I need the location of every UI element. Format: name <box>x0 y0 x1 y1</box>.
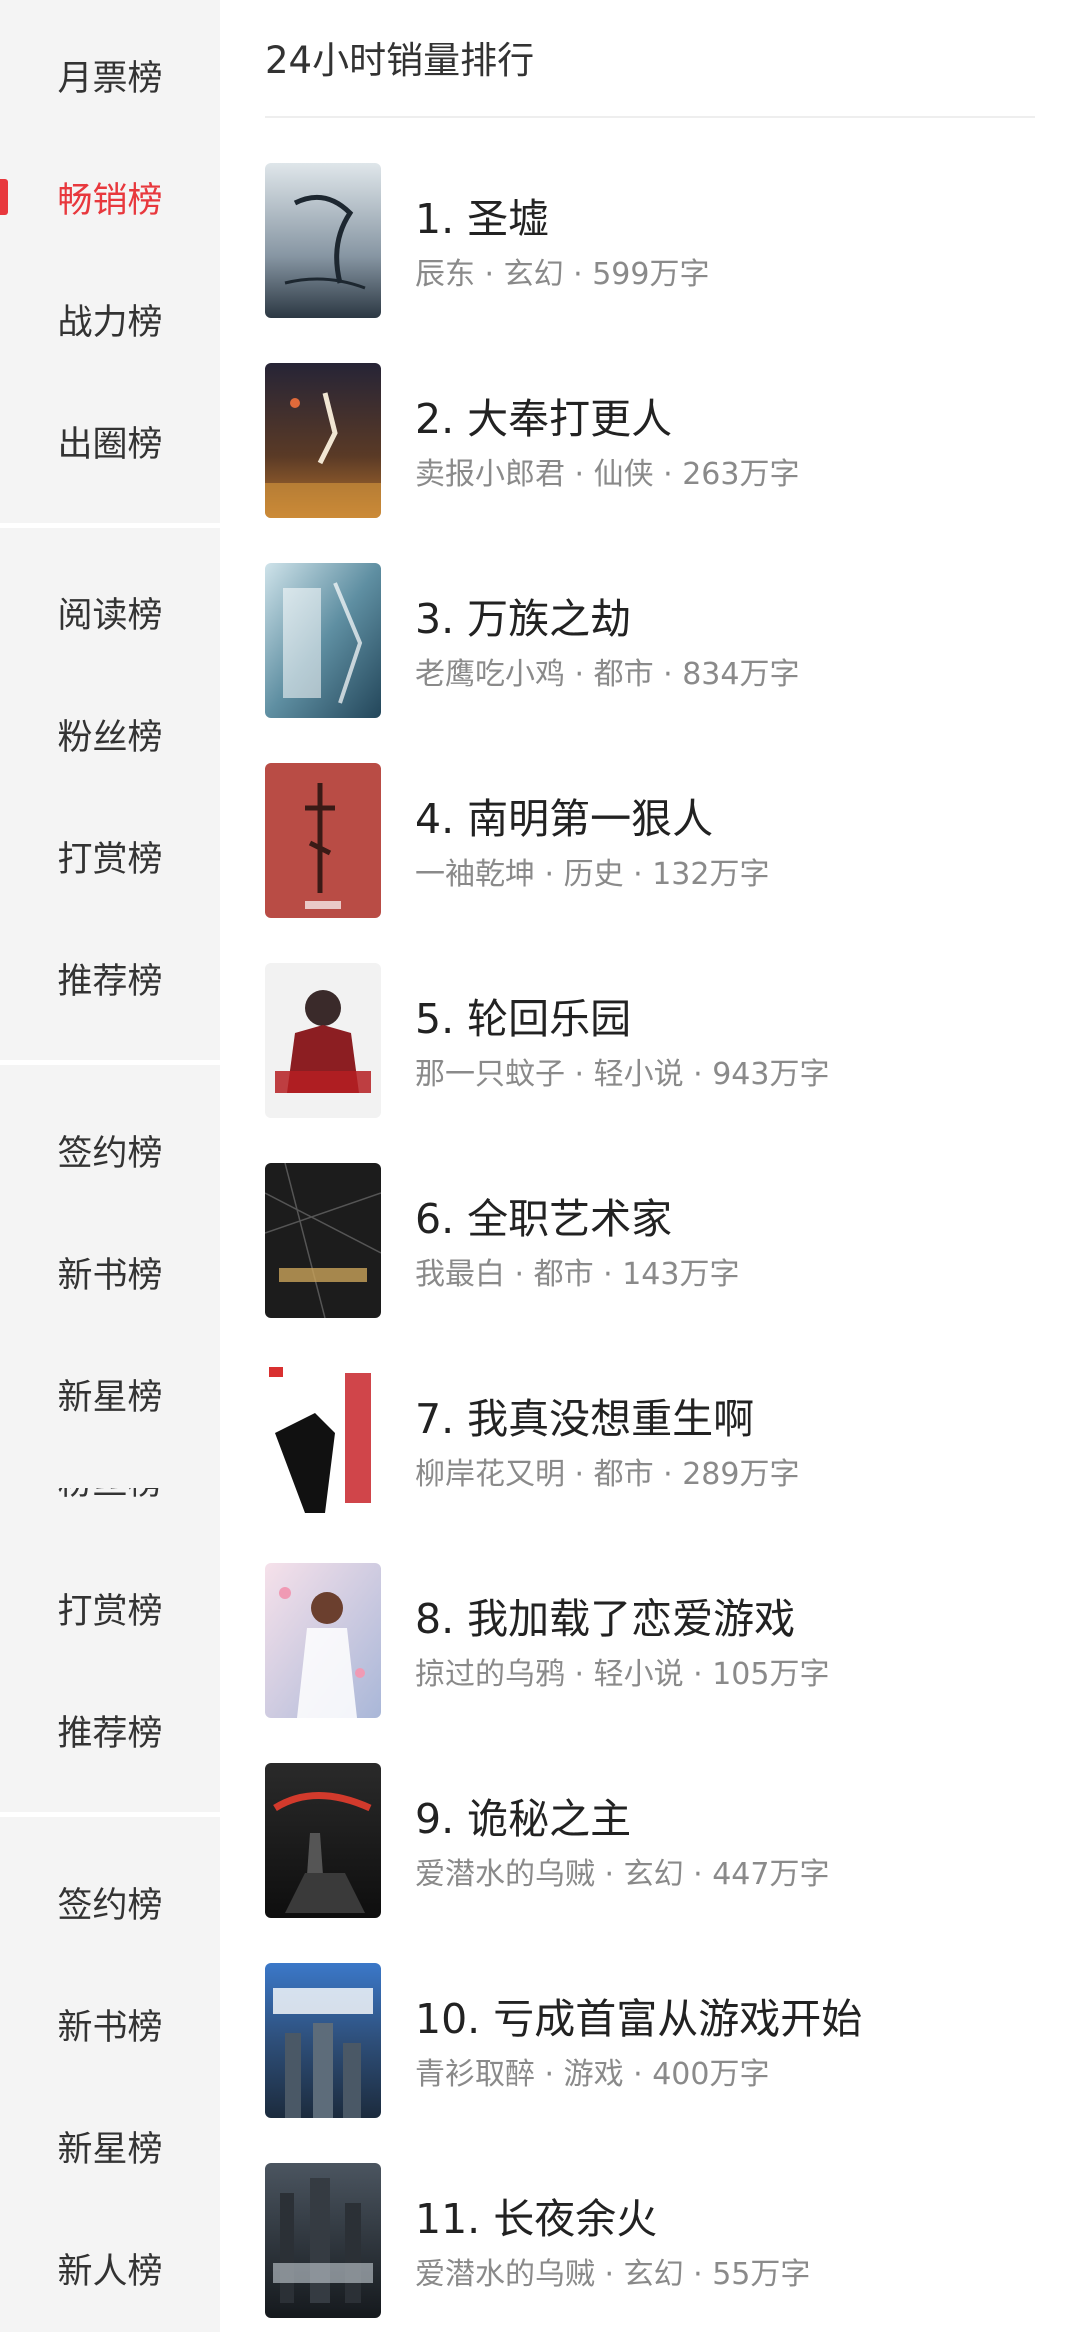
ranking-sidebar: 月票榜 畅销榜 战力榜 出圈榜 阅读榜 粉丝榜 打赏榜 推荐榜 签约榜 新书榜 … <box>0 0 220 2332</box>
book-title: 1. 圣墟 <box>415 195 550 243</box>
book-meta: 青衫取醉 · 游戏 · 400万字 <box>415 2057 770 2092</box>
book-cover[interactable] <box>265 763 381 918</box>
sidebar-item-breakout[interactable]: 出圈榜 <box>0 401 220 481</box>
sidebar-item-label: 推荐榜 <box>57 1713 163 1754</box>
book-title: 6. 全职艺术家 <box>415 1195 673 1243</box>
book-meta: 卖报小郎君 · 仙侠 · 263万字 <box>415 457 800 492</box>
book-cover[interactable] <box>265 963 381 1118</box>
sidebar-item-fans[interactable]: 粉丝榜 <box>0 694 220 774</box>
book-meta: 一袖乾坤 · 历史 · 132万字 <box>415 857 770 892</box>
book-title: 11. 长夜余火 <box>415 2195 658 2243</box>
sidebar-item-label: 新人榜 <box>57 2251 163 2292</box>
book-item[interactable]: 4. 南明第一狠人 一袖乾坤 · 历史 · 132万字 <box>265 763 1045 918</box>
sidebar-item-label: 打赏榜 <box>57 1591 163 1632</box>
sidebar-item-new-star[interactable]: 新星榜 <box>0 1354 220 1434</box>
sidebar-item-label: 新书榜 <box>57 1255 163 1296</box>
sidebar-item-signed[interactable]: 签约榜 <box>0 1110 220 1190</box>
sidebar-item-label: 畅销榜 <box>57 180 163 221</box>
section-title: 24小时销量排行 <box>265 39 535 82</box>
sidebar-item-new-book[interactable]: 新书榜 <box>0 1984 220 2064</box>
divider <box>265 116 1035 118</box>
book-meta: 柳岸花又明 · 都市 · 289万字 <box>415 1457 800 1492</box>
sidebar-item-bestseller[interactable]: 畅销榜 <box>0 157 220 237</box>
sidebar-divider <box>0 523 220 528</box>
book-item[interactable]: 11. 长夜余火 爱潜水的乌贼 · 玄幻 · 55万字 <box>265 2163 1045 2318</box>
book-title: 8. 我加载了恋爱游戏 <box>415 1595 796 1643</box>
book-title: 9. 诡秘之主 <box>415 1795 632 1843</box>
sidebar-item-label: 新星榜 <box>57 1377 163 1418</box>
book-cover[interactable] <box>265 1163 381 1318</box>
sidebar-item-reward[interactable]: 打赏榜 <box>0 816 220 896</box>
sidebar-item-label: 粉丝榜 <box>57 717 163 758</box>
book-title: 4. 南明第一狠人 <box>415 795 714 843</box>
book-cover[interactable] <box>265 2163 381 2318</box>
sidebar-item-label: 阅读榜 <box>57 595 163 636</box>
book-cover[interactable] <box>265 163 381 318</box>
book-meta: 爱潜水的乌贼 · 玄幻 · 447万字 <box>415 1857 830 1892</box>
sidebar-item-recommend[interactable]: 推荐榜 <box>0 938 220 1018</box>
book-title: 10. 亏成首富从游戏开始 <box>415 1995 863 2043</box>
sidebar-item-label: 签约榜 <box>57 1133 163 1174</box>
book-meta: 老鹰吃小鸡 · 都市 · 834万字 <box>415 657 800 692</box>
sidebar-item-label: 新星榜 <box>57 2129 163 2170</box>
ranking-list: 24小时销量排行 1. 圣墟 辰东 · 玄幻 · 599万字 2. 大奉打更人 <box>220 0 1080 2332</box>
book-meta: 掠过的乌鸦 · 轻小说 · 105万字 <box>415 1657 830 1692</box>
book-item[interactable]: 3. 万族之劫 老鹰吃小鸡 · 都市 · 834万字 <box>265 563 1045 718</box>
sidebar-divider <box>0 1060 220 1065</box>
sidebar-item-label: 新书榜 <box>57 2007 163 2048</box>
book-meta: 我最白 · 都市 · 143万字 <box>415 1257 740 1292</box>
book-title: 2. 大奉打更人 <box>415 395 673 443</box>
sidebar-item-power[interactable]: 战力榜 <box>0 279 220 359</box>
book-meta: 那一只蚊子 · 轻小说 · 943万字 <box>415 1057 830 1092</box>
sidebar-item-signed[interactable]: 签约榜 <box>0 1862 220 1942</box>
book-title: 7. 我真没想重生啊 <box>415 1395 755 1443</box>
sidebar-item-label: 粉丝榜 <box>0 1488 220 1505</box>
book-item[interactable]: 6. 全职艺术家 我最白 · 都市 · 143万字 <box>265 1163 1045 1318</box>
book-meta: 爱潜水的乌贼 · 玄幻 · 55万字 <box>415 2257 811 2292</box>
sidebar-item-fans-clipped[interactable]: 粉丝榜 <box>0 1488 220 1514</box>
book-cover[interactable] <box>265 1963 381 2118</box>
sidebar-item-new-book[interactable]: 新书榜 <box>0 1232 220 1312</box>
sidebar-divider <box>0 1812 220 1817</box>
book-item[interactable]: 9. 诡秘之主 爱潜水的乌贼 · 玄幻 · 447万字 <box>265 1763 1045 1918</box>
book-cover[interactable] <box>265 563 381 718</box>
book-title: 5. 轮回乐园 <box>415 995 632 1043</box>
sidebar-item-newcomer[interactable]: 新人榜 <box>0 2228 220 2308</box>
book-cover[interactable] <box>265 363 381 518</box>
sidebar-item-recommend[interactable]: 推荐榜 <box>0 1690 220 1770</box>
sidebar-item-monthly-ticket[interactable]: 月票榜 <box>0 35 220 115</box>
book-item[interactable]: 2. 大奉打更人 卖报小郎君 · 仙侠 · 263万字 <box>265 363 1045 518</box>
sidebar-item-label: 打赏榜 <box>57 839 163 880</box>
book-cover[interactable] <box>265 1763 381 1918</box>
sidebar-item-label: 签约榜 <box>57 1885 163 1926</box>
sidebar-item-new-star[interactable]: 新星榜 <box>0 2106 220 2186</box>
book-item[interactable]: 10. 亏成首富从游戏开始 青衫取醉 · 游戏 · 400万字 <box>265 1963 1045 2118</box>
sidebar-item-reward[interactable]: 打赏榜 <box>0 1568 220 1648</box>
sidebar-item-label: 出圈榜 <box>57 424 163 465</box>
sidebar-item-label: 月票榜 <box>57 58 163 99</box>
book-cover[interactable] <box>265 1563 381 1718</box>
book-title: 3. 万族之劫 <box>415 595 632 643</box>
book-item[interactable]: 1. 圣墟 辰东 · 玄幻 · 599万字 <box>265 163 1045 318</box>
sidebar-item-reading[interactable]: 阅读榜 <box>0 572 220 652</box>
sidebar-item-label: 战力榜 <box>57 302 163 343</box>
book-item[interactable]: 5. 轮回乐园 那一只蚊子 · 轻小说 · 943万字 <box>265 963 1045 1118</box>
book-meta: 辰东 · 玄幻 · 599万字 <box>415 257 710 292</box>
sidebar-item-label: 推荐榜 <box>57 961 163 1002</box>
book-item[interactable]: 8. 我加载了恋爱游戏 掠过的乌鸦 · 轻小说 · 105万字 <box>265 1563 1045 1718</box>
book-cover[interactable] <box>265 1363 381 1518</box>
book-item[interactable]: 7. 我真没想重生啊 柳岸花又明 · 都市 · 289万字 <box>265 1363 1045 1518</box>
